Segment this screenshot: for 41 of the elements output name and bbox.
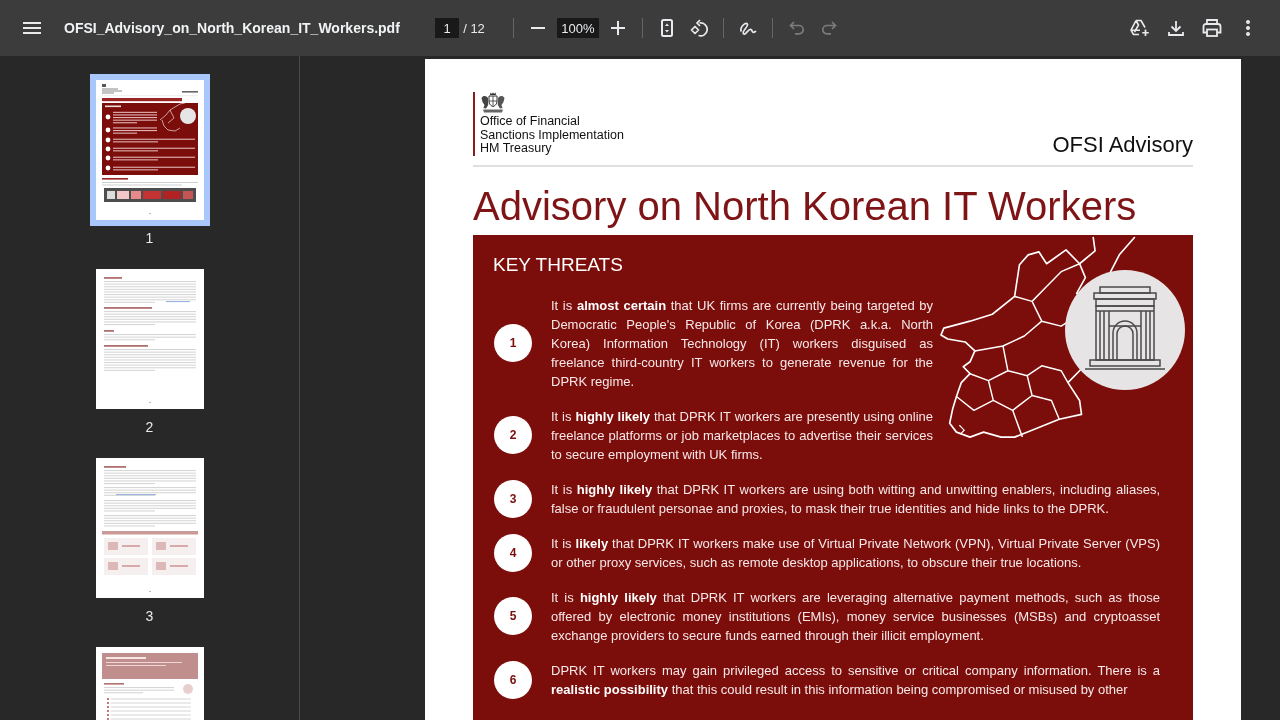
file-name: OFSI_Advisory_on_North_Korean_IT_Workers.pdf [64,20,400,36]
document-title: Advisory on North Korean IT Workers [473,182,1138,230]
menu-icon [23,22,41,34]
threat-text: It is likely that DPRK IT workers make use of Virtual Private Network (VPN), Virtual Private Server (VPS) or other proxy services, such as remote desktop applications, to obscure their true locations. [551,534,1160,572]
page-thumbnail[interactable] [89,74,210,226]
zoom-field[interactable]: 100% [556,18,599,38]
organisation-name: Office of Financial Sanctions Implementation HM Treasury [480,115,624,156]
page-count: / 12 [463,20,485,36]
undo-icon [788,21,805,35]
step-number: 4 [494,533,532,572]
plus-icon [610,21,625,35]
section-heading: KEY THREATS [493,252,624,277]
page-thumbnail[interactable] [95,269,204,409]
step-number: 5 [494,597,532,635]
page-number-field[interactable]: 1 [435,18,460,38]
step-number: 2 [494,416,532,454]
document-type: OFSI Advisory [1052,131,1193,158]
page-thumbnail[interactable] [95,647,204,720]
download-icon [1168,20,1184,36]
threat-text: It is highly likely that DPRK IT workers are leveraging alternative payment methods, such as those offered by electronic money institutions (EMIs), money service businesses (MSBs) and cryptoasset exchange providers to secure funds earned through their illicit employment. [551,588,1160,645]
rotate-icon [689,19,708,37]
page-number-label: 2 [145,419,154,435]
step-number: 6 [494,660,532,699]
page-thumbnail[interactable] [95,458,204,598]
redo-icon [820,21,837,35]
step-number: 1 [494,324,532,362]
print-icon [1202,19,1222,37]
more-vertical-icon [1246,20,1250,36]
threat-text: It is almost certain that UK firms are currently being targeted by Democratic People's Republic of Korea (DPRK a.k.a. North Korea) Information Technology (IT) workers disguised as freelance third-country IT workers to generate revenue for the DPRK regime. [551,296,933,391]
drive-plus-icon [1130,19,1150,37]
fit-page-icon [660,19,673,37]
threat-text: DPRK IT workers may gain privileged access to sensitive or critical company information. There is a realistic possibility that this could result in this information being compromised or misused by other [551,661,1160,699]
minus-icon [530,27,545,29]
threat-text: It is highly likely that DPRK IT workers are using both witting and unwitting enablers, including aliases, false or fraudulent personae and proxies, to mask their true identities and hide links to the DPRK. [551,480,1160,518]
arch-icon [1065,269,1185,390]
pen-squiggle-icon [738,20,757,36]
crest-icon [480,92,506,113]
step-number: 3 [494,479,532,518]
page-number-label: 3 [145,608,154,624]
threat-text: It is highly likely that DPRK IT workers are presently using online freelance platforms or job marketplaces to advertise their services to secure employment with UK firms. [551,407,933,464]
page-number-label: 1 [145,230,154,246]
